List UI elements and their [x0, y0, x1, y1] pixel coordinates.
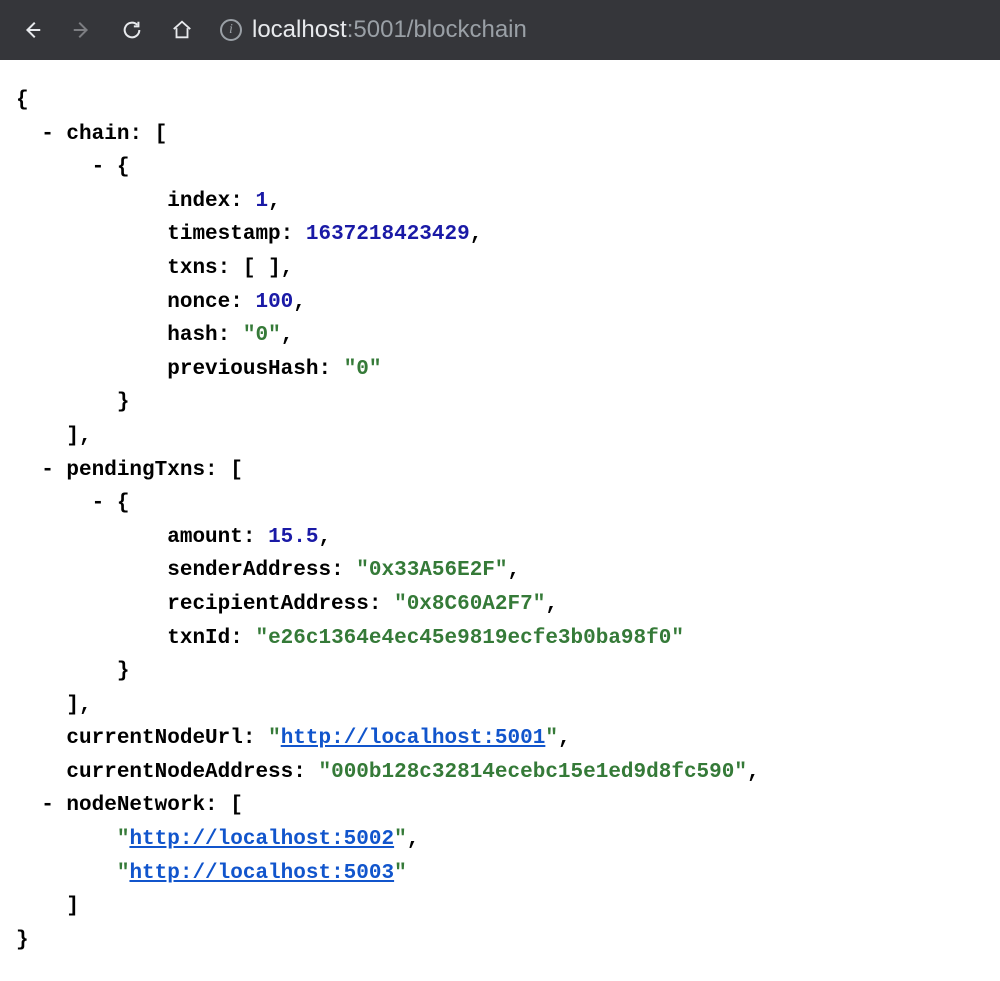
val-sender: "0x33A56E2F" — [356, 559, 507, 582]
key-nodeNetwork-line: - nodeNetwork: [ — [16, 789, 984, 823]
address-bar[interactable]: i localhost:5001/blockchain — [220, 11, 527, 49]
forward-button[interactable] — [60, 8, 104, 52]
chain-close: ], — [16, 420, 984, 454]
val-nonce: 100 — [255, 291, 293, 314]
key-txnId: txnId — [167, 627, 230, 650]
home-button[interactable] — [160, 8, 204, 52]
brace-open: { — [16, 84, 984, 118]
link-currentNodeUrl[interactable]: http://localhost:5001 — [281, 727, 546, 750]
pending-txnid-line: txnId: "e26c1364e4ec45e9819ecfe3b0ba98f0… — [16, 622, 984, 656]
val-amount: 15.5 — [268, 526, 318, 549]
json-viewer: { - chain: [ - { index: 1, timestamp: 16… — [0, 60, 1000, 981]
chain-hash-line: hash: "0", — [16, 319, 984, 353]
chain-index-line: index: 1, — [16, 185, 984, 219]
key-nodeNetwork: nodeNetwork — [66, 794, 205, 817]
val-currentNodeAddress: "000b128c32814ecebc15e1ed9d8fc590" — [318, 761, 746, 784]
collapse-toggle[interactable]: - — [41, 789, 54, 823]
pending-amount-line: amount: 15.5, — [16, 521, 984, 555]
collapse-toggle[interactable]: - — [92, 487, 105, 521]
arrow-right-icon — [71, 19, 93, 41]
link-node-0[interactable]: http://localhost:5002 — [129, 828, 394, 851]
key-recipientAddress: recipientAddress — [167, 593, 369, 616]
val-timestamp: 1637218423429 — [306, 223, 470, 246]
collapse-toggle[interactable]: - — [41, 454, 54, 488]
pending-close: ], — [16, 689, 984, 723]
key-chain: chain — [66, 123, 129, 146]
url-host: localhost — [252, 16, 347, 43]
nodeNetwork-1-line: "http://localhost:5003" — [16, 857, 984, 891]
collapse-toggle[interactable]: - — [92, 151, 105, 185]
key-currentNodeUrl: currentNodeUrl — [66, 727, 242, 750]
val-prevhash: "0" — [344, 358, 382, 381]
key-senderAddress: senderAddress — [167, 559, 331, 582]
reload-button[interactable] — [110, 8, 154, 52]
reload-icon — [121, 19, 143, 41]
key-previousHash: previousHash — [167, 358, 318, 381]
key-index: index — [167, 190, 230, 213]
site-info-icon[interactable]: i — [220, 19, 242, 41]
brace-close: } — [16, 924, 984, 958]
chain-item-close: } — [16, 386, 984, 420]
browser-toolbar: i localhost:5001/blockchain — [0, 0, 1000, 60]
currentNodeUrl-line: currentNodeUrl: "http://localhost:5001", — [16, 722, 984, 756]
pending-sender-line: senderAddress: "0x33A56E2F", — [16, 554, 984, 588]
nodeNetwork-0-line: "http://localhost:5002", — [16, 823, 984, 857]
pending-recipient-line: recipientAddress: "0x8C60A2F7", — [16, 588, 984, 622]
key-nonce: nonce — [167, 291, 230, 314]
key-currentNodeAddress: currentNodeAddress — [66, 761, 293, 784]
key-pendingTxns: pendingTxns — [66, 459, 205, 482]
back-button[interactable] — [10, 8, 54, 52]
collapse-toggle[interactable]: - — [41, 118, 54, 152]
chain-txns-line: txns: [ ], — [16, 252, 984, 286]
val-index: 1 — [255, 190, 268, 213]
key-hash: hash — [167, 324, 217, 347]
val-hash: "0" — [243, 324, 281, 347]
chain-nonce-line: nonce: 100, — [16, 286, 984, 320]
chain-item-open: - { — [16, 151, 984, 185]
home-icon — [171, 19, 193, 41]
link-node-1[interactable]: http://localhost:5003 — [129, 862, 394, 885]
val-txnid: "e26c1364e4ec45e9819ecfe3b0ba98f0" — [255, 627, 683, 650]
key-pending-line: - pendingTxns: [ — [16, 454, 984, 488]
key-chain-line: - chain: [ — [16, 118, 984, 152]
key-txns: txns — [167, 257, 217, 280]
arrow-left-icon — [21, 19, 43, 41]
url-text: localhost:5001/blockchain — [252, 16, 527, 44]
pending-item-open: - { — [16, 487, 984, 521]
key-amount: amount — [167, 526, 243, 549]
nodeNetwork-close: ] — [16, 890, 984, 924]
pending-item-close: } — [16, 655, 984, 689]
key-timestamp: timestamp — [167, 223, 280, 246]
val-recipient: "0x8C60A2F7" — [394, 593, 545, 616]
chain-prevhash-line: previousHash: "0" — [16, 353, 984, 387]
chain-timestamp-line: timestamp: 1637218423429, — [16, 218, 984, 252]
currentNodeAddress-line: currentNodeAddress: "000b128c32814ecebc1… — [16, 756, 984, 790]
url-path: :5001/blockchain — [347, 16, 527, 43]
